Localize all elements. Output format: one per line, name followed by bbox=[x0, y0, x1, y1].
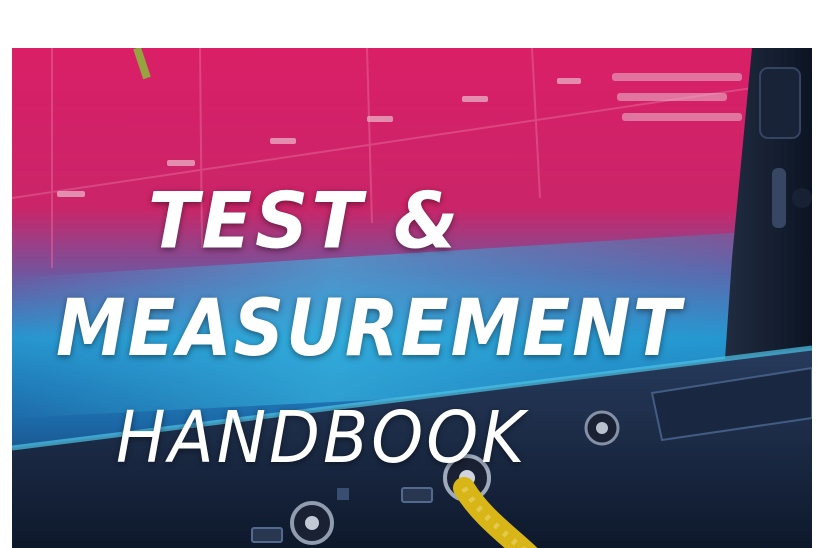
title-line-measurement: MEASUREMENT bbox=[56, 282, 683, 374]
page: TEST & MEASUREMENT HANDBOOK bbox=[0, 0, 826, 548]
handbook-banner-image: TEST & MEASUREMENT HANDBOOK bbox=[12, 48, 812, 548]
title-line-handbook: HANDBOOK bbox=[116, 396, 528, 480]
title-line-test: TEST & bbox=[148, 176, 462, 267]
